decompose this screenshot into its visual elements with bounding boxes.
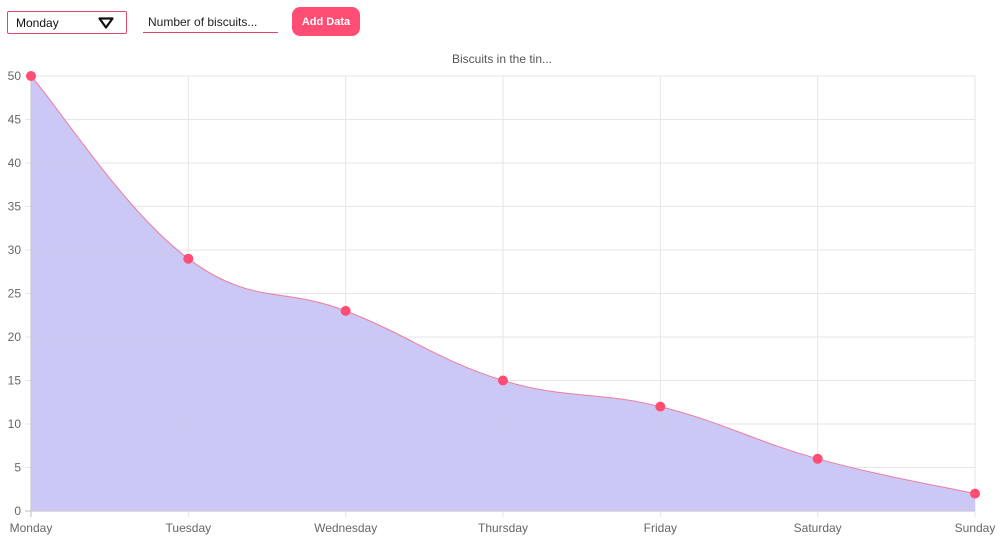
- data-point-saturday: [812, 453, 823, 464]
- y-tick-label: 35: [8, 200, 22, 214]
- y-tick-label: 20: [8, 330, 22, 344]
- x-tick-label: Friday: [644, 521, 677, 535]
- y-tick-label: 10: [8, 417, 22, 431]
- y-axis-ticks: 0 5 10 15 20 25 30 35 40 45 50: [8, 69, 22, 518]
- x-tick-label: Tuesday: [166, 521, 212, 535]
- y-tick-label: 15: [8, 374, 22, 388]
- y-tick-label: 25: [8, 287, 22, 301]
- data-point-thursday: [498, 375, 508, 386]
- biscuits-chart: 0 5 10 15 20 25 30 35 40 45 50 Monday Tuesday Wednes…: [8, 69, 996, 535]
- data-point-tuesday: [183, 253, 194, 264]
- y-tick-label: 5: [14, 461, 21, 475]
- y-tick-label: 40: [8, 156, 22, 170]
- y-tick-label: 50: [8, 69, 22, 83]
- data-point-wednesday: [340, 305, 351, 316]
- x-tick-label: Wednesday: [314, 521, 377, 535]
- x-tick-label: Thursday: [478, 521, 528, 535]
- y-tick-label: 30: [8, 243, 22, 257]
- x-axis-ticks: Monday Tuesday Wednesday Thursday Friday Satu…: [10, 521, 996, 535]
- data-point-monday: [26, 71, 36, 81]
- y-tick-label: 0: [14, 504, 21, 518]
- x-tick-label: Monday: [10, 521, 53, 535]
- x-tick-label: Sunday: [955, 521, 996, 535]
- data-point-sunday: [970, 488, 980, 499]
- x-tick-label: Saturday: [794, 521, 842, 535]
- y-tick-label: 45: [8, 113, 22, 127]
- data-point-friday: [655, 401, 666, 412]
